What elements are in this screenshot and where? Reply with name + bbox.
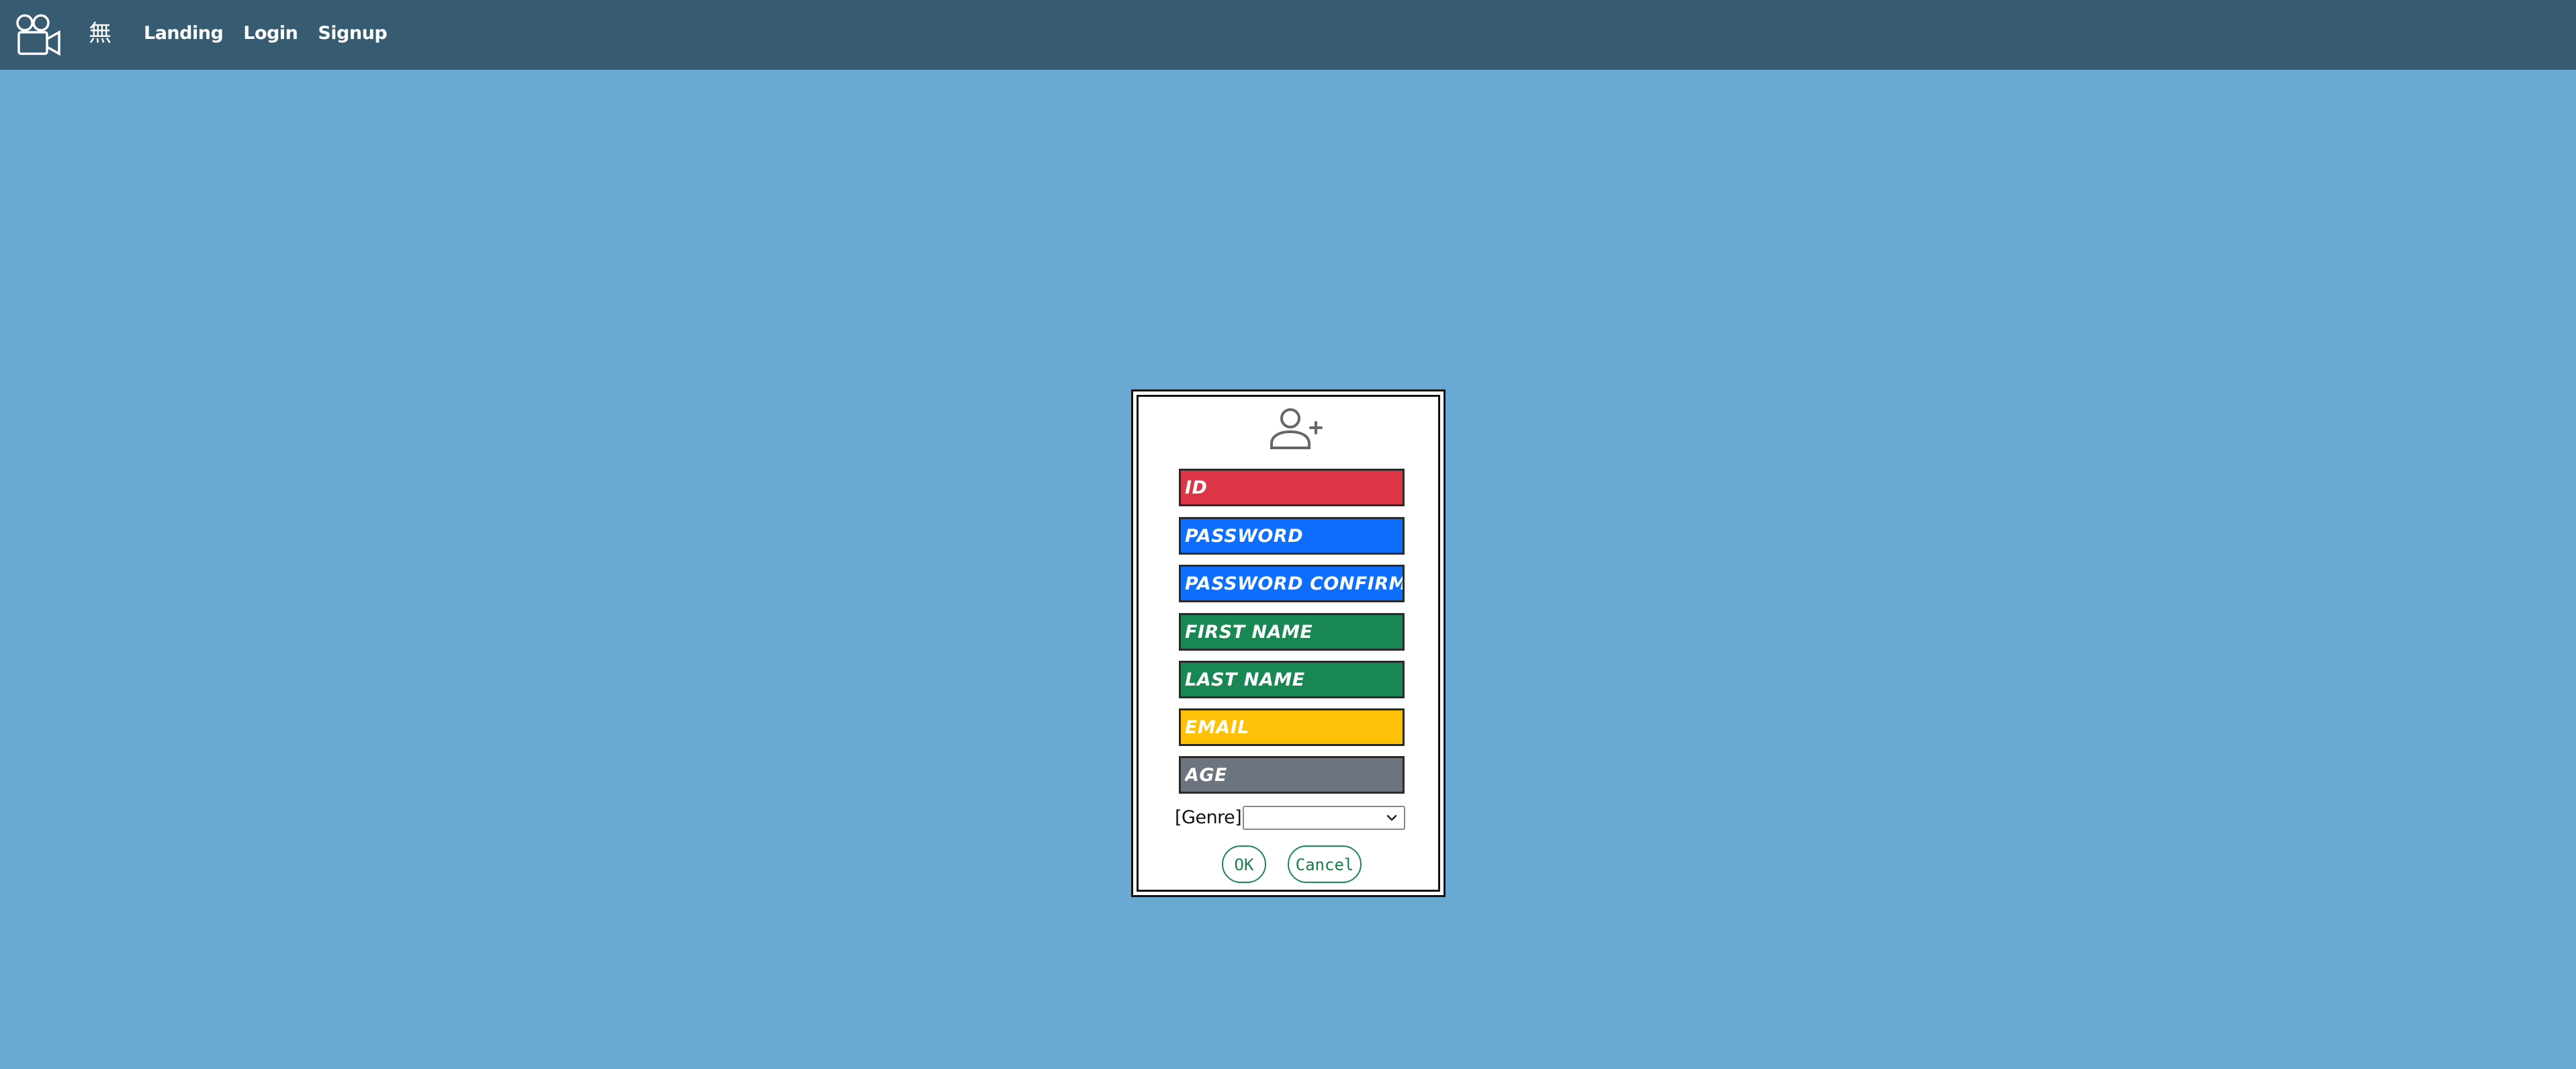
nav-link-landing[interactable]: Landing	[144, 20, 224, 47]
add-user-icon	[1270, 408, 1323, 449]
chevron-down-icon	[1387, 815, 1397, 821]
nav-link-login[interactable]: Login	[243, 20, 298, 47]
genre-row: [Genre]	[1175, 805, 1406, 831]
email-field[interactable]	[1179, 708, 1405, 746]
cancel-button[interactable]: Cancel	[1288, 845, 1362, 883]
top-navbar: 無 Landing Login Signup	[0, 0, 2576, 70]
genre-label: [Genre]	[1175, 807, 1242, 828]
nav-links: Landing Login Signup	[144, 20, 388, 47]
ok-button[interactable]: OK	[1222, 845, 1266, 883]
password-field[interactable]	[1179, 517, 1405, 555]
password-confirmation-field[interactable]	[1179, 565, 1405, 602]
last-name-field[interactable]	[1179, 661, 1405, 698]
nav-link-signup[interactable]: Signup	[318, 20, 387, 47]
signup-card-inner: [Genre] OK Cancel	[1137, 395, 1440, 892]
genre-select[interactable]	[1243, 806, 1406, 830]
age-field[interactable]	[1179, 756, 1405, 794]
id-field[interactable]	[1179, 469, 1405, 506]
video-camera-icon[interactable]	[16, 13, 62, 56]
first-name-field[interactable]	[1179, 613, 1405, 651]
brand-glyph[interactable]: 無	[89, 17, 112, 50]
signup-card: [Genre] OK Cancel	[1131, 389, 1446, 897]
